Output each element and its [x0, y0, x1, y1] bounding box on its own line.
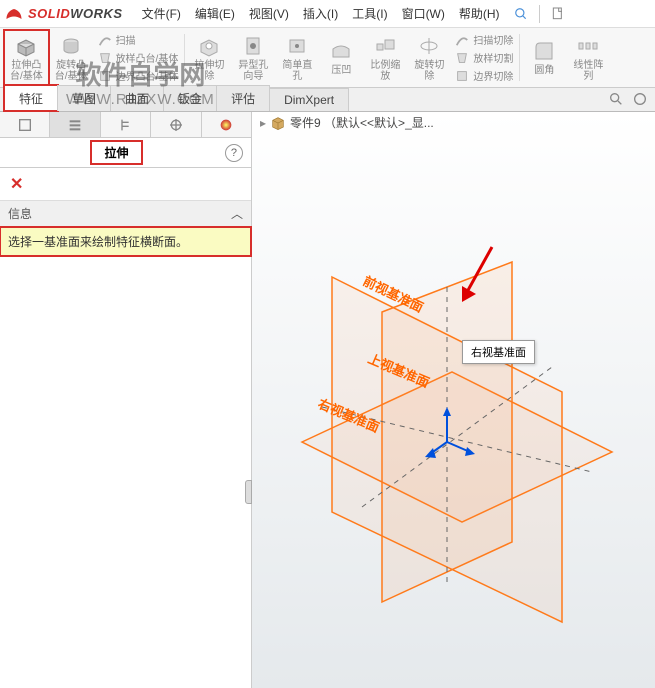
menu-edit[interactable]: 编辑(E): [188, 0, 242, 27]
menu-help[interactable]: 帮助(H): [452, 0, 507, 27]
ribbon-revolve-cut[interactable]: 旋转切 除: [407, 30, 451, 85]
tab-surface[interactable]: 曲面: [110, 85, 164, 111]
search-icon[interactable]: [507, 2, 535, 26]
hole-icon: [241, 34, 265, 58]
ribbon-scale[interactable]: 比例缩 放: [363, 30, 407, 85]
property-manager: 拉伸 ? ✕ 信息 ︿ 选择一基准面来绘制特征横断面。: [0, 112, 252, 688]
tab-evaluate[interactable]: 评估: [216, 85, 270, 111]
fillet-icon: [532, 39, 556, 63]
close-button[interactable]: ✕: [0, 168, 251, 200]
sidebar-tab-dim[interactable]: [151, 112, 201, 137]
ribbon: 拉伸凸 台/基体 旋转凸 台/基体 扫描 放样凸台/基体 边界凸台/基体 拉伸切…: [0, 28, 655, 88]
tab-sketch[interactable]: 草图: [57, 85, 111, 111]
menu-insert[interactable]: 插入(I): [296, 0, 345, 27]
brand-works: WORKS: [70, 6, 122, 21]
ribbon-extrude-boss[interactable]: 拉伸凸 台/基体: [4, 30, 49, 85]
ribbon-fillet[interactable]: 圆角: [522, 30, 566, 85]
collapse-icon: ︿: [231, 205, 243, 222]
command-tabs: 特征 草图 曲面 钣金 评估 DimXpert: [0, 88, 655, 112]
ribbon-sweep-group: 扫描 放样凸台/基体 边界凸台/基体: [94, 30, 183, 85]
sidebar-tab-appearance[interactable]: [202, 112, 251, 137]
ribbon-sweep-cut[interactable]: 扫描切除: [455, 31, 513, 49]
ribbon-boundary[interactable]: 边界凸台/基体: [98, 67, 179, 85]
splitter-handle[interactable]: [245, 480, 252, 504]
menu-tools[interactable]: 工具(I): [345, 0, 394, 27]
revolve-cut-icon: [417, 34, 441, 58]
planes-svg: 前视基准面 上视基准面 右视基准面: [252, 112, 655, 688]
menu-file[interactable]: 文件(F): [135, 0, 188, 27]
extrude-icon: [14, 34, 38, 58]
sidebar-tab-config[interactable]: [101, 112, 151, 137]
app-logo: SOLIDWORKS: [4, 4, 123, 24]
indent-icon: [329, 39, 353, 63]
ribbon-revolve-boss[interactable]: 旋转凸 台/基体: [49, 30, 94, 85]
scale-icon: [373, 34, 397, 58]
sidebar-tabs: [0, 112, 251, 138]
feature-name: 拉伸: [92, 142, 140, 163]
new-doc-icon[interactable]: [544, 2, 572, 26]
menu-view[interactable]: 视图(V): [242, 0, 296, 27]
sidebar-tab-feature-tree[interactable]: [0, 112, 50, 137]
solidworks-logo-icon: [4, 4, 24, 24]
tab-feature[interactable]: 特征: [4, 85, 58, 111]
extrude-cut-icon: [197, 34, 221, 58]
linear-pattern-icon: [576, 34, 600, 58]
ribbon-boundary-cut[interactable]: 边界切除: [455, 67, 513, 85]
ribbon-simple-hole[interactable]: 简单直 孔: [275, 30, 319, 85]
zoom-fit-icon[interactable]: [607, 90, 625, 108]
view-options-icon[interactable]: [631, 90, 649, 108]
ribbon-sweep[interactable]: 扫描: [98, 31, 179, 49]
plane-tooltip: 右视基准面: [462, 340, 535, 364]
tab-sheetmetal[interactable]: 钣金: [163, 85, 217, 111]
help-icon[interactable]: ?: [225, 144, 243, 162]
brand-solid: SOLID: [28, 6, 70, 21]
viewport[interactable]: ▸ 零件9 （默认<<默认>_显... 前视基准面 上视基准面: [252, 112, 655, 688]
sidebar-tab-property[interactable]: [50, 112, 100, 137]
ribbon-extrude-cut[interactable]: 拉伸切 除: [187, 30, 231, 85]
info-message: 选择一基准面来绘制特征横断面。: [0, 227, 251, 256]
ribbon-loft[interactable]: 放样凸台/基体: [98, 49, 179, 67]
menu-window[interactable]: 窗口(W): [395, 0, 452, 27]
info-header-label: 信息: [8, 205, 32, 222]
ribbon-linear-pattern[interactable]: 线性阵 列: [566, 30, 610, 85]
simple-hole-icon: [285, 34, 309, 58]
ribbon-hole-wizard[interactable]: 异型孔 向导: [231, 30, 275, 85]
info-header[interactable]: 信息 ︿: [0, 200, 251, 227]
ribbon-cut-group: 扫描切除 放样切割 边界切除: [451, 30, 517, 85]
ribbon-loft-cut[interactable]: 放样切割: [455, 49, 513, 67]
ribbon-indent[interactable]: 压凹: [319, 30, 363, 85]
tab-dimxpert[interactable]: DimXpert: [269, 88, 349, 111]
annotation-arrow: [452, 242, 502, 312]
revolve-icon: [59, 34, 83, 58]
menubar: SOLIDWORKS 文件(F) 编辑(E) 视图(V) 插入(I) 工具(I)…: [0, 0, 655, 28]
